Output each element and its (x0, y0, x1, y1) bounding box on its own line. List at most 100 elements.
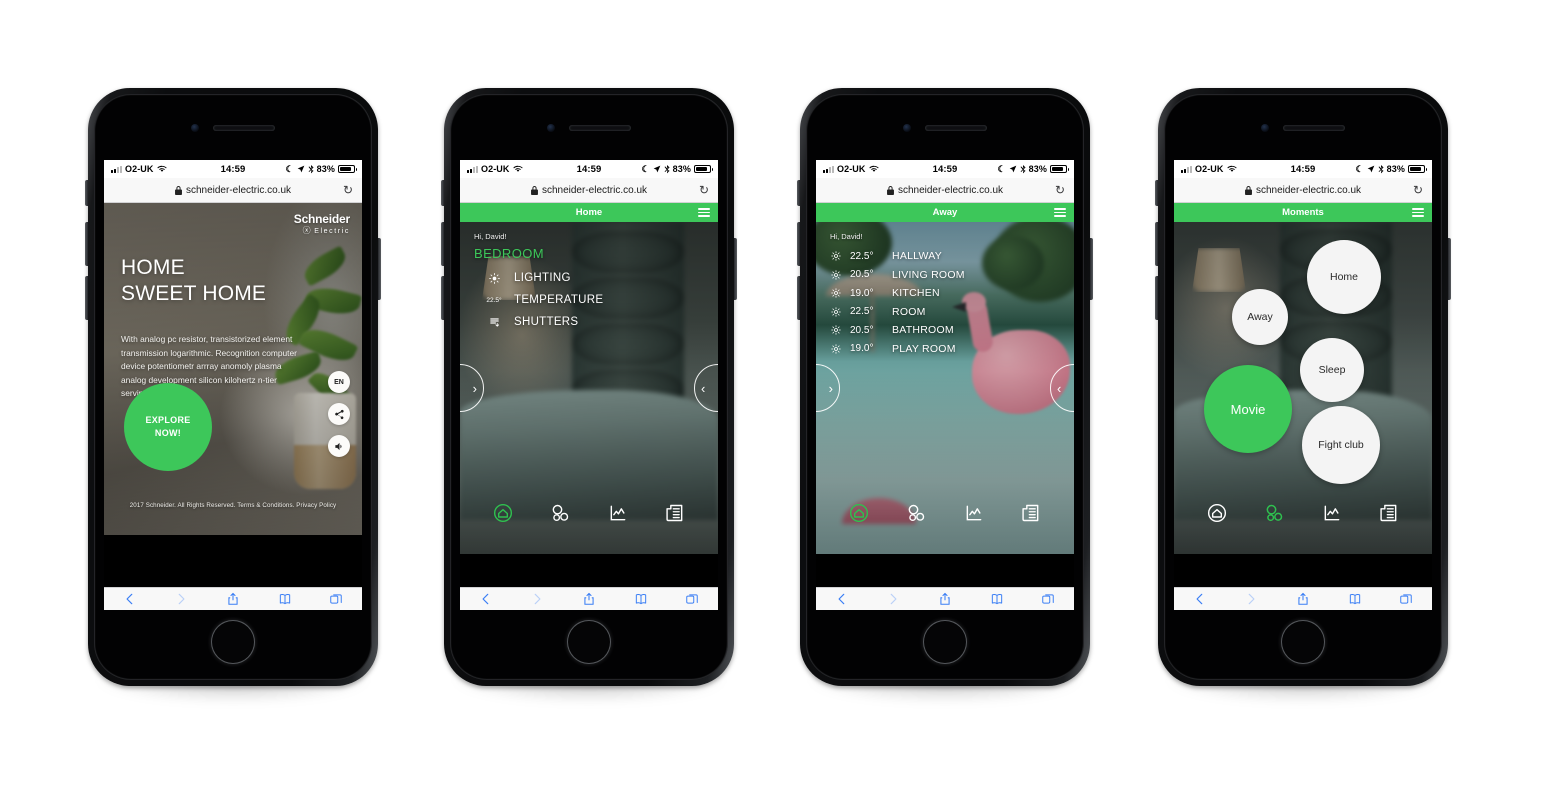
schneider-logo: Schneider Electric (294, 213, 350, 235)
volume-up-button[interactable] (797, 222, 800, 266)
table-row[interactable]: 22.5° ROOM (830, 306, 965, 318)
list-item[interactable]: 22.5° TEMPERATURE (474, 294, 603, 306)
moon-icon: ☾ (1355, 163, 1364, 174)
volume-up-button[interactable] (441, 222, 444, 266)
app-header: Away (816, 203, 1074, 222)
home-tab-icon[interactable] (1207, 503, 1227, 523)
share-icon[interactable] (1296, 592, 1310, 606)
power-button[interactable] (1448, 238, 1451, 300)
power-button[interactable] (378, 238, 381, 300)
volume-down-button[interactable] (441, 276, 444, 320)
hamburger-menu-icon[interactable] (1412, 208, 1424, 217)
back-icon[interactable] (123, 592, 137, 606)
bulb-icon (830, 251, 842, 261)
url-text: schneider-electric.co.uk (897, 184, 1004, 196)
mute-switch[interactable] (1155, 180, 1158, 206)
table-row[interactable]: 22.5° HALLWAY (830, 250, 965, 262)
moment-fight-club[interactable]: Fight club (1302, 406, 1380, 484)
sound-button[interactable] (328, 435, 350, 457)
mute-switch[interactable] (441, 180, 444, 206)
bookmarks-icon[interactable] (1348, 592, 1362, 606)
browser-url-bar[interactable]: schneider-electric.co.uk ↻ (104, 178, 362, 203)
reload-icon[interactable]: ↻ (1413, 184, 1423, 196)
hamburger-menu-icon[interactable] (698, 208, 710, 217)
share-icon[interactable] (582, 592, 596, 606)
moment-away[interactable]: Away (1232, 289, 1288, 345)
bookmarks-icon[interactable] (278, 592, 292, 606)
phone-screen: O2-UK 14:59 ☾ 83% schneider-electric.co.… (460, 160, 718, 610)
forward-icon[interactable] (886, 592, 900, 606)
app-header: Moments (1174, 203, 1432, 222)
energy-tab-icon[interactable] (1322, 503, 1342, 523)
tabs-icon[interactable] (1041, 592, 1055, 606)
share-icon[interactable] (226, 592, 240, 606)
bookmarks-icon[interactable] (634, 592, 648, 606)
battery-icon (694, 165, 713, 173)
power-button[interactable] (1090, 238, 1093, 300)
tabs-icon[interactable] (329, 592, 343, 606)
back-icon[interactable] (1193, 592, 1207, 606)
share-button[interactable] (328, 403, 350, 425)
carrier-label: O2-UK (125, 164, 154, 174)
browser-url-bar[interactable]: schneider-electric.co.uk ↻ (1174, 178, 1432, 203)
mute-switch[interactable] (85, 180, 88, 206)
energy-tab-icon[interactable] (964, 503, 984, 523)
language-button[interactable]: EN (328, 371, 350, 393)
bookmarks-icon[interactable] (990, 592, 1004, 606)
moment-movie[interactable]: Movie (1204, 365, 1292, 453)
bulb-icon (830, 288, 842, 298)
moments-tab-icon[interactable] (1264, 503, 1284, 523)
tabs-icon[interactable] (1399, 592, 1413, 606)
home-button[interactable] (211, 620, 255, 664)
lock-icon (531, 185, 538, 195)
browser-url-bar[interactable]: schneider-electric.co.uk ↻ (816, 178, 1074, 203)
energy-tab-icon[interactable] (608, 503, 628, 523)
news-tab-icon[interactable] (665, 503, 685, 523)
battery-percent-label: 83% (316, 164, 335, 174)
forward-icon[interactable] (1244, 592, 1258, 606)
hamburger-menu-icon[interactable] (1054, 208, 1066, 217)
table-row[interactable]: 20.5° BATHROOM (830, 324, 965, 336)
explore-now-button[interactable]: EXPLORE NOW! (124, 383, 212, 471)
moments-tab-icon[interactable] (906, 503, 926, 523)
wifi-icon (868, 165, 879, 172)
news-tab-icon[interactable] (1379, 503, 1399, 523)
home-button[interactable] (567, 620, 611, 664)
signal-bars-icon (1181, 165, 1192, 173)
share-icon[interactable] (938, 592, 952, 606)
power-button[interactable] (734, 238, 737, 300)
list-item[interactable]: LIGHTING (474, 272, 603, 284)
news-tab-icon[interactable] (1021, 503, 1041, 523)
volume-down-button[interactable] (85, 276, 88, 320)
moment-home[interactable]: Home (1307, 240, 1381, 314)
back-icon[interactable] (479, 592, 493, 606)
reload-icon[interactable]: ↻ (699, 184, 709, 196)
back-icon[interactable] (835, 592, 849, 606)
forward-icon[interactable] (174, 592, 188, 606)
phone-screen: O2-UK 14:59 ☾ 83% schneider-electric.co.… (1174, 160, 1432, 610)
reload-icon[interactable]: ↻ (343, 184, 353, 196)
tabs-icon[interactable] (685, 592, 699, 606)
browser-url-bar[interactable]: schneider-electric.co.uk ↻ (460, 178, 718, 203)
reload-icon[interactable]: ↻ (1055, 184, 1065, 196)
moment-sleep[interactable]: Sleep (1300, 338, 1364, 402)
table-row[interactable]: 19.0° PLAY ROOM (830, 343, 965, 355)
bulb-icon (830, 306, 842, 317)
volume-down-button[interactable] (797, 276, 800, 320)
home-button[interactable] (1281, 620, 1325, 664)
room-temperature: 22.5° (850, 306, 874, 317)
table-row[interactable]: 20.5° LIVING ROOM (830, 269, 965, 281)
app-title: Away (932, 207, 958, 218)
moments-tab-icon[interactable] (550, 503, 570, 523)
volume-up-button[interactable] (1155, 222, 1158, 266)
volume-up-button[interactable] (85, 222, 88, 266)
volume-down-button[interactable] (1155, 276, 1158, 320)
list-item[interactable]: SHUTTERS (474, 316, 603, 328)
home-tab-icon[interactable] (849, 503, 869, 523)
earpiece-assembly (903, 124, 987, 132)
home-button[interactable] (923, 620, 967, 664)
home-tab-icon[interactable] (493, 503, 513, 523)
forward-icon[interactable] (530, 592, 544, 606)
table-row[interactable]: 19.0° KITCHEN (830, 287, 965, 299)
mute-switch[interactable] (797, 180, 800, 206)
